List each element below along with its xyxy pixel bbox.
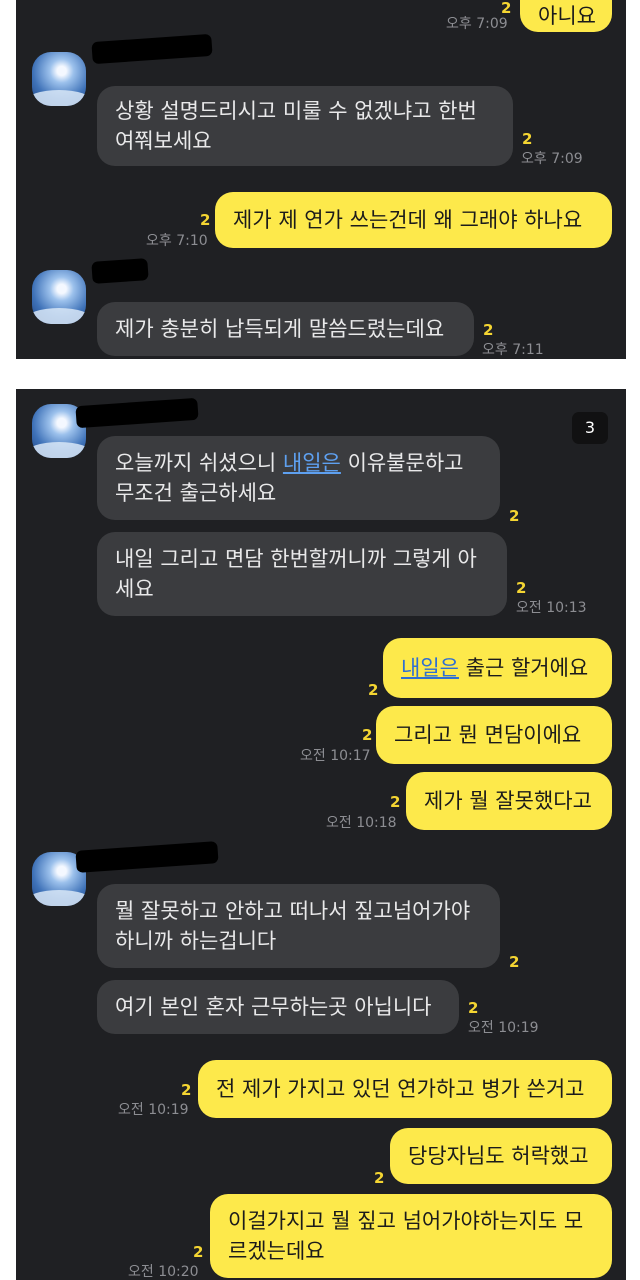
incoming-message[interactable]: 내일 그리고 면담 한번할꺼니까 그렇게 아 세요 [97, 532, 507, 616]
message-time: 오후 7:09 [446, 16, 508, 32]
message-time: 오후 7:11 [482, 342, 544, 358]
message-time: 오전 10:13 [516, 600, 587, 616]
unread-count: 2 [374, 1169, 385, 1187]
incoming-message[interactable]: 뭘 잘못하고 안하고 떠나서 짚고넘어가야 하니까 하는겁니다 [97, 884, 500, 968]
date-link[interactable]: 내일은 [401, 656, 459, 680]
message-time: 오전 10:19 [118, 1102, 189, 1118]
outgoing-message[interactable]: 당당자님도 허락했고 [390, 1128, 612, 1184]
unread-count: 2 [193, 1243, 204, 1261]
unread-count: 2 [522, 130, 533, 148]
sender-avatar[interactable] [32, 270, 86, 324]
unread-count: 2 [516, 579, 527, 597]
incoming-message[interactable]: 오늘까지 쉬셨으니 내일은 이유불문하고 무조건 출근하세요 [97, 436, 500, 520]
date-link[interactable]: 내일은 [283, 451, 341, 475]
incoming-message[interactable]: 상황 설명드리시고 미룰 수 없겠냐고 한번 여쭤보세요 [97, 86, 513, 166]
outgoing-message[interactable]: 그리고 뭔 면담이에요 [376, 706, 612, 764]
outgoing-message[interactable]: 내일은 출근 할거에요 [383, 638, 612, 698]
unread-count: 2 [501, 0, 512, 17]
message-time: 오후 7:09 [521, 151, 583, 167]
message-time: 오후 7:10 [146, 233, 208, 249]
unread-badge: 3 [572, 412, 608, 444]
unread-count: 2 [368, 681, 379, 699]
sender-avatar[interactable] [32, 52, 86, 106]
redacted-name [91, 258, 149, 284]
unread-count: 2 [509, 953, 520, 971]
message-time: 오전 10:19 [468, 1020, 539, 1036]
unread-count: 2 [483, 321, 494, 339]
outgoing-message[interactable]: 전 제가 가지고 있던 연가하고 병가 쓴거고 [198, 1060, 612, 1118]
outgoing-message[interactable]: 제가 제 연가 쓰는건데 왜 그래야 하나요 [215, 192, 612, 248]
outgoing-message[interactable]: 아니요 [520, 0, 612, 32]
message-time: 오전 10:18 [326, 815, 397, 831]
unread-count: 2 [390, 793, 401, 811]
unread-count: 2 [200, 211, 211, 229]
unread-count: 2 [362, 726, 373, 744]
incoming-message[interactable]: 제가 충분히 납득되게 말씀드렸는데요 [97, 302, 474, 356]
unread-count: 2 [509, 507, 520, 525]
outgoing-message[interactable]: 이걸가지고 뭘 짚고 넘어가야하는지도 모 르겠는데요 [210, 1194, 612, 1278]
outgoing-message[interactable]: 제가 뭘 잘못했다고 [406, 772, 612, 830]
unread-count: 2 [468, 999, 479, 1017]
incoming-message[interactable]: 여기 본인 혼자 근무하는곳 아닙니다 [97, 980, 459, 1034]
unread-count: 2 [181, 1081, 192, 1099]
message-time: 오전 10:17 [300, 748, 371, 764]
message-time: 오전 10:20 [128, 1264, 199, 1280]
